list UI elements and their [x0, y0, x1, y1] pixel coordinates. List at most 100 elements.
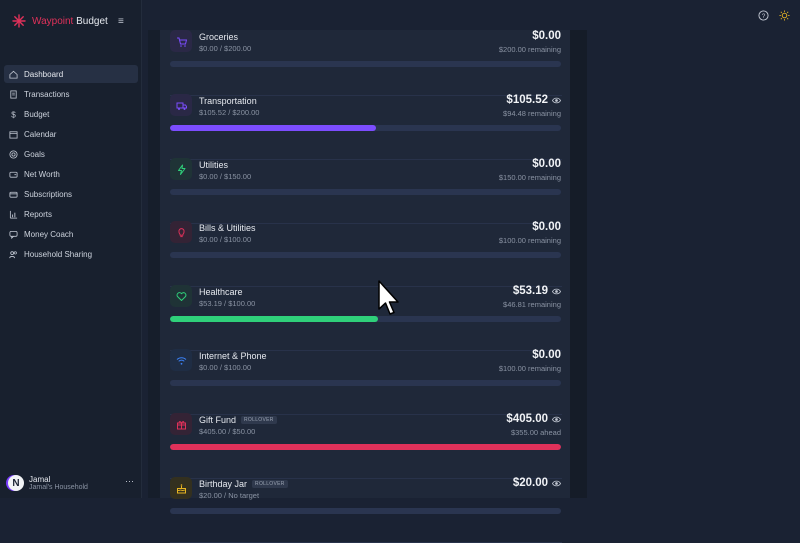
- logo-icon: [12, 14, 26, 28]
- eye-icon[interactable]: [552, 287, 561, 296]
- sidebar-item-transactions[interactable]: Transactions: [4, 85, 138, 103]
- progress-bar: [170, 380, 561, 386]
- svg-text:$: $: [11, 110, 16, 118]
- sidebar-item-label: Goals: [24, 149, 45, 159]
- budget-category-row[interactable]: Groceries $0.00 / $200.00 $0.00 $200.00 rem…: [170, 30, 562, 96]
- dollar-icon: $: [9, 110, 18, 118]
- sidebar-item-label: Calendar: [24, 129, 57, 139]
- help-icon[interactable]: ?: [758, 10, 769, 21]
- wallet-icon: [9, 170, 18, 179]
- sidebar-item-label: Subscriptions: [24, 189, 73, 199]
- category-amount: $0.00: [532, 30, 561, 42]
- category-spent: $0.00 / $200.00: [199, 44, 252, 53]
- wifi-icon: [170, 349, 192, 371]
- heart-icon: [170, 285, 192, 307]
- progress-fill: [170, 125, 377, 131]
- rollover-badge: ROLLOVER: [241, 416, 277, 424]
- topbar-actions: ?: [758, 10, 790, 21]
- brand[interactable]: Waypoint Budget: [12, 14, 108, 28]
- budget-category-row[interactable]: Internet & Phone $0.00 / $100.00 $0.00 $100…: [170, 349, 562, 415]
- panel-scroll-edge: [570, 30, 587, 498]
- budget-category-row[interactable]: Utilities $0.00 / $150.00 $0.00 $150.00 rem…: [170, 158, 562, 224]
- sidebar: Waypoint Budget ≡ Dashboard Transactions $…: [0, 0, 142, 498]
- category-name: Transportation: [199, 96, 257, 106]
- progress-bar: [170, 508, 561, 514]
- sun-icon[interactable]: [779, 10, 790, 21]
- category-amount: $20.00: [513, 477, 561, 489]
- progress-bar: [170, 444, 561, 450]
- sidebar-item-budget[interactable]: $ Budget: [4, 105, 138, 123]
- svg-text:?: ?: [762, 13, 766, 20]
- more-options-icon[interactable]: ⋯: [125, 476, 134, 487]
- chat-icon: [9, 230, 18, 239]
- sidebar-item-reports[interactable]: Reports: [4, 205, 138, 223]
- budget-category-row[interactable]: Gift Fund ROLLOVER $405.00 / $50.00 $405.00…: [170, 413, 562, 479]
- sidebar-item-label: Money Coach: [24, 229, 74, 239]
- users-icon: [9, 250, 18, 259]
- category-amount: $105.52: [506, 94, 561, 106]
- sidebar-item-goals[interactable]: Goals: [4, 145, 138, 163]
- category-name: Groceries: [199, 32, 239, 42]
- truck-icon: [170, 94, 192, 116]
- category-name: Utilities: [199, 160, 229, 170]
- sidebar-item-subscriptions[interactable]: Subscriptions: [4, 185, 138, 203]
- target-icon: [9, 149, 18, 159]
- avatar: N: [8, 475, 24, 491]
- budget-category-row[interactable]: Bills & Utilities $0.00 / $100.00 $0.00 $10…: [170, 221, 562, 287]
- sidebar-item-label: Dashboard: [24, 69, 64, 79]
- category-spent: $105.52 / $200.00: [199, 108, 260, 117]
- category-remaining: $100.00 remaining: [498, 236, 561, 245]
- eye-icon[interactable]: [552, 96, 561, 105]
- category-remaining: $100.00 remaining: [498, 364, 561, 373]
- category-name: Birthday Jar ROLLOVER: [199, 479, 288, 489]
- card-icon: [9, 190, 18, 199]
- category-remaining: $200.00 remaining: [498, 45, 561, 54]
- category-remaining: $46.81 remaining: [503, 300, 561, 309]
- progress-bar: [170, 316, 561, 322]
- progress-fill: [170, 316, 378, 322]
- bolt-icon: [170, 158, 192, 180]
- category-remaining: $150.00 remaining: [498, 173, 561, 182]
- budget-category-row[interactable]: Transportation $105.52 / $200.00 $105.52 $9…: [170, 94, 562, 160]
- sidebar-item-dashboard[interactable]: Dashboard: [4, 65, 138, 83]
- progress-bar: [170, 252, 561, 258]
- category-name: Internet & Phone: [199, 351, 267, 361]
- budget-category-row[interactable]: Healthcare $53.19 / $100.00 $53.19 $46.81 r…: [170, 285, 562, 351]
- eye-icon[interactable]: [552, 415, 561, 424]
- category-spent: $0.00 / $150.00: [199, 172, 252, 181]
- category-amount: $0.00: [532, 221, 561, 233]
- category-name: Bills & Utilities: [199, 223, 256, 233]
- progress-bar: [170, 61, 561, 67]
- sidebar-item-money-coach[interactable]: Money Coach: [4, 225, 138, 243]
- sidebar-item-label: Transactions: [24, 89, 70, 99]
- user-profile[interactable]: N Jamal Jamal's Household ⋯: [8, 472, 136, 494]
- budget-category-row[interactable]: Birthday Jar ROLLOVER $20.00 / No target $2…: [170, 477, 562, 543]
- category-amount: $405.00: [506, 413, 561, 425]
- category-name: Healthcare: [199, 287, 243, 297]
- receipt-icon: [9, 89, 18, 99]
- category-remaining: $94.48 remaining: [503, 109, 561, 118]
- eye-icon[interactable]: [552, 479, 561, 488]
- category-remaining: $355.00 ahead: [510, 428, 561, 437]
- progress-bar: [170, 125, 561, 131]
- cake-icon: [170, 477, 192, 499]
- rollover-badge: ROLLOVER: [252, 480, 288, 488]
- sidebar-item-label: Reports: [24, 209, 53, 219]
- category-spent: $53.19 / $100.00: [199, 299, 256, 308]
- home-icon: [9, 70, 18, 79]
- brand-name: Waypoint Budget: [32, 15, 108, 27]
- progress-fill: [170, 444, 561, 450]
- sidebar-item-net-worth[interactable]: Net Worth: [4, 165, 138, 183]
- sidebar-item-household-sharing[interactable]: Household Sharing: [4, 245, 138, 263]
- sidebar-item-label: Budget: [24, 109, 50, 119]
- menu-toggle-icon[interactable]: ≡: [118, 16, 124, 27]
- category-amount: $53.19: [513, 285, 561, 297]
- sidebar-nav: Dashboard Transactions $ Budget Calendar Goal…: [4, 65, 138, 265]
- category-spent: $0.00 / $100.00: [199, 363, 252, 372]
- category-spent: $20.00 / No target: [199, 491, 260, 500]
- cart-icon: [170, 30, 192, 52]
- category-spent: $405.00 / $50.00: [199, 427, 256, 436]
- category-amount: $0.00: [532, 158, 561, 170]
- sidebar-item-calendar[interactable]: Calendar: [4, 125, 138, 143]
- household-name: Jamal's Household: [29, 484, 88, 491]
